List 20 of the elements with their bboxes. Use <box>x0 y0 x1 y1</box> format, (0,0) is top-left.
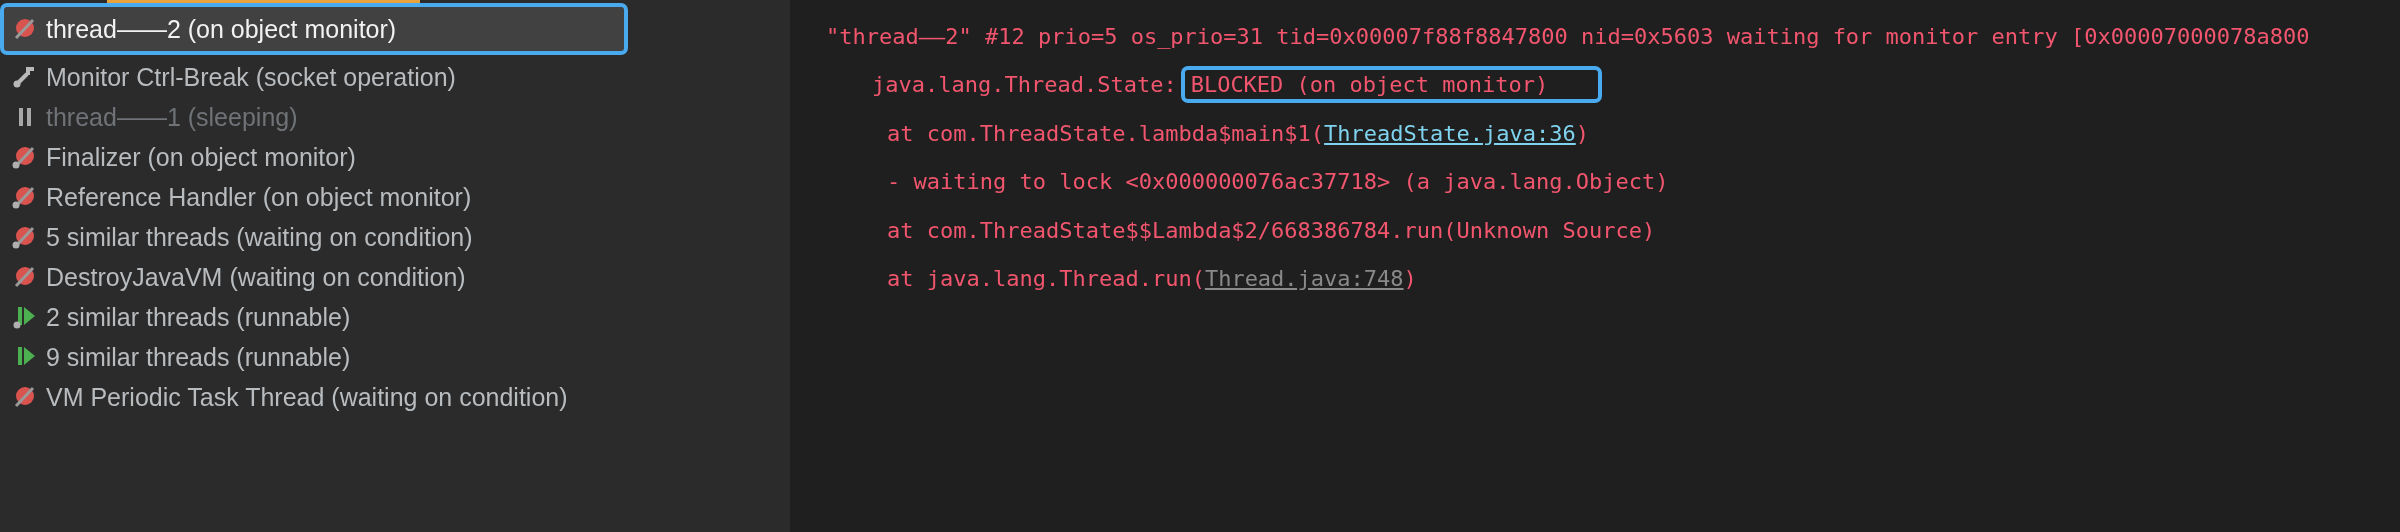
thread-item[interactable]: DestroyJavaVM (waiting on condition) <box>0 257 628 297</box>
code-text: - waiting to lock <0x000000076ac37718> (a java.lang.Object) <box>887 169 1669 195</box>
code-text: ) <box>1403 266 1417 292</box>
code-text: java.lang.Thread.State: <box>872 72 1177 98</box>
code-text: "thread——2" #12 prio=5 os_prio=31 tid=0x00007f88f8847800 nid=0x5603 waiting for monitor entry [0x00007000078a800 <box>826 23 2310 49</box>
thread-item[interactable]: Reference Handler (on object monitor) <box>0 177 628 217</box>
code-text: ) <box>1575 120 1589 146</box>
thread-state-value: BLOCKED (on object monitor) <box>1180 66 1603 104</box>
source-link[interactable]: Thread.java:748 <box>1204 266 1404 292</box>
code-text: at com.ThreadState.lambda$main$1( <box>887 120 1325 146</box>
thread-item[interactable]: 9 similar threads (runnable) <box>0 337 628 377</box>
code-text: at java.lang.Thread.run( <box>887 266 1205 292</box>
thread-item[interactable]: 2 similar threads (runnable) <box>0 297 628 337</box>
code-text: at com.ThreadState$$Lambda$2/668386784.run(Unknown Source) <box>887 217 1656 243</box>
thread-item[interactable]: VM Periodic Task Thread (waiting on condition) <box>0 377 628 417</box>
source-link[interactable]: ThreadState.java:36 <box>1324 120 1576 146</box>
thread-item[interactable]: thread——2 (on object monitor) <box>0 3 628 55</box>
thread-item[interactable]: 5 similar threads (waiting on condition) <box>0 217 628 257</box>
thread-item[interactable]: Finalizer (on object monitor) <box>0 137 628 177</box>
thread-item[interactable]: Monitor Ctrl-Break (socket operation) <box>0 57 628 97</box>
